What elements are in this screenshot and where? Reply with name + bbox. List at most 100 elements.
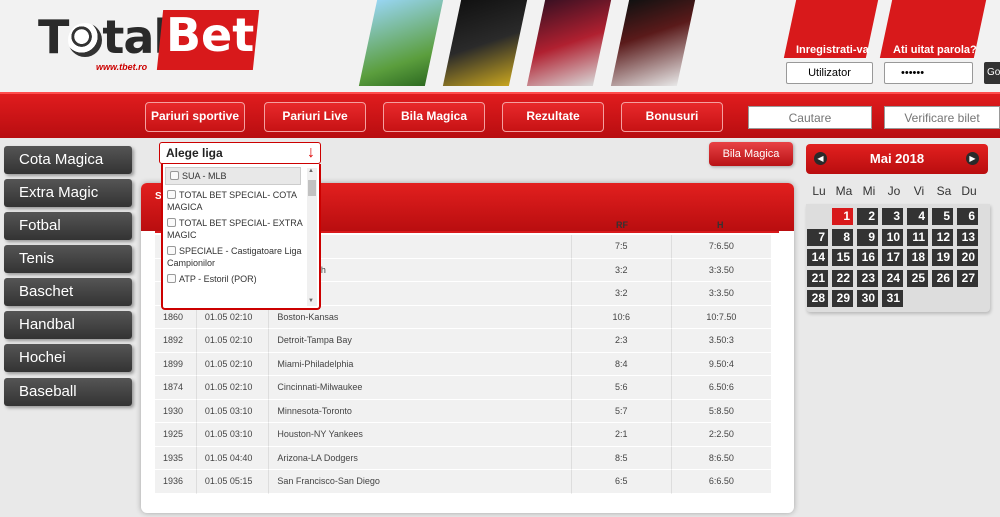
forgot-password-link[interactable]: Ati uitat parola? [893,44,977,56]
calendar-day[interactable]: 20 [957,249,978,266]
calendar-day[interactable]: 24 [882,269,903,287]
calendar-day[interactable]: 18 [907,249,928,266]
odds-h[interactable]: 7:6.50 [670,235,771,259]
calendar-day[interactable]: 22 [832,269,853,287]
odds-h[interactable]: 6:6.50 [670,470,771,494]
game-match: San Francisco-San Diego [268,470,571,494]
sidebar-item-handbal[interactable]: Handbal [4,311,132,339]
league-option[interactable]: ATP - Estoril (POR) [163,271,319,287]
odds-rf[interactable]: 5:7 [570,399,671,423]
calendar-day[interactable]: 23 [857,269,878,287]
totalbet-logo[interactable]: Ttal Bet www.tbet.ro [38,8,260,80]
table-row[interactable]: 1874 01.05 02:10 Cincinnati-Milwaukee 5:6 6.… [155,376,771,400]
nav-bonusuri[interactable]: Bonusuri [621,102,723,132]
calendar-day[interactable]: 21 [807,269,828,287]
register-link[interactable]: Inregistrati-va [796,44,869,56]
calendar-day[interactable]: 3 [882,208,903,225]
odds-rf[interactable]: 2:3 [570,329,671,353]
ticket-check-input[interactable] [884,106,1000,129]
bila-magica-button[interactable]: Bila Magica [709,142,793,166]
league-scrollbar[interactable]: ▲ ▼ [307,168,317,306]
calendar-day[interactable]: 26 [932,269,953,287]
sidebar-item-extra-magic[interactable]: Extra Magic [4,179,132,207]
odds-rf[interactable]: 8:5 [570,446,671,470]
checkbox-icon[interactable] [167,218,176,227]
sidebar-item-cota-magica[interactable]: Cota Magica [4,146,132,174]
table-row[interactable]: 1892 01.05 02:10 Detroit-Tampa Bay 2:3 3.50:… [155,329,771,353]
odds-rf[interactable]: 6:5 [570,470,671,494]
checkbox-icon[interactable] [167,246,176,255]
password-input[interactable] [884,62,973,84]
search-input[interactable] [748,106,872,129]
odds-rf[interactable]: 2:1 [570,423,671,447]
sidebar-item-baschet[interactable]: Baschet [4,278,132,306]
calendar-day[interactable]: 1 [832,208,853,225]
sidebar-item-fotbal[interactable]: Fotbal [4,212,132,240]
scroll-thumb[interactable] [308,180,316,196]
calendar-day[interactable]: 15 [832,249,853,266]
odds-h[interactable]: 5:8.50 [670,399,771,423]
calendar-day[interactable]: 19 [932,249,953,266]
calendar-day[interactable]: 28 [807,290,828,307]
table-row[interactable]: 1925 01.05 03:10 Houston-NY Yankees 2:1 2:2.… [155,423,771,447]
calendar-day[interactable]: 6 [957,208,978,225]
odds-rf[interactable]: 10:6 [570,305,671,329]
nav-pariuri-live[interactable]: Pariuri Live [264,102,366,132]
checkbox-icon[interactable] [167,190,176,199]
sidebar-item-hochei[interactable]: Hochei [4,344,132,372]
calendar-day[interactable]: 14 [807,249,828,266]
odds-h[interactable]: 8:6.50 [670,446,771,470]
nav-bila-magica[interactable]: Bila Magica [383,102,485,132]
league-select[interactable]: Alege liga ↓ [159,142,321,164]
calendar-day[interactable]: 12 [932,228,953,246]
odds-rf[interactable]: 3:2 [570,258,671,282]
scroll-down-icon[interactable]: ▼ [308,298,314,304]
league-option[interactable]: TOTAL BET SPECIAL- EXTRA MAGIC [163,215,319,243]
table-row[interactable]: 1935 01.05 04:40 Arizona-LA Dodgers 8:5 8:6.… [155,446,771,470]
calendar-day[interactable]: 27 [957,269,978,287]
calendar-day[interactable]: 25 [907,269,928,287]
odds-h[interactable]: 10:7.50 [670,305,771,329]
odds-h[interactable]: 9.50:4 [670,352,771,376]
odds-rf[interactable]: 3:2 [570,282,671,306]
odds-h[interactable]: 3:3.50 [670,258,771,282]
calendar-day[interactable]: 31 [882,290,903,307]
league-option[interactable]: SUA - MLB [165,167,301,185]
calendar-day[interactable]: 4 [907,208,928,225]
calendar-day[interactable]: 17 [882,249,903,266]
odds-h[interactable]: 3.50:3 [670,329,771,353]
checkbox-icon[interactable] [167,274,176,283]
nav-pariuri-sportive[interactable]: Pariuri sportive [145,102,245,132]
calendar-day[interactable]: 30 [857,290,878,307]
next-month-icon[interactable]: ▶ [966,152,979,165]
odds-h[interactable]: 3:3.50 [670,282,771,306]
sidebar-item-tenis[interactable]: Tenis [4,245,132,273]
sidebar-item-baseball[interactable]: Baseball [4,378,132,406]
username-input[interactable] [786,62,873,84]
calendar-day[interactable]: 7 [807,228,828,246]
checkbox-icon[interactable] [170,171,179,180]
calendar-day[interactable]: 13 [957,228,978,246]
prev-month-icon[interactable]: ◀ [814,152,827,165]
login-button[interactable]: Go [984,62,1000,84]
calendar-day[interactable]: 5 [932,208,953,225]
table-row[interactable]: 1899 01.05 02:10 Miami-Philadelphia 8:4 9.50… [155,352,771,376]
odds-h[interactable]: 2:2.50 [670,423,771,447]
table-row[interactable]: 1930 01.05 03:10 Minnesota-Toronto 5:7 5:8.5… [155,399,771,423]
scroll-up-icon[interactable]: ▲ [308,168,314,174]
odds-rf[interactable]: 5:6 [570,376,671,400]
odds-rf[interactable]: 7:5 [570,235,671,259]
calendar-day[interactable]: 8 [832,228,853,246]
odds-rf[interactable]: 8:4 [570,352,671,376]
calendar-day[interactable]: 10 [882,228,903,246]
calendar-day[interactable]: 2 [857,208,878,225]
league-option[interactable]: TOTAL BET SPECIAL- COTA MAGICA [163,187,319,215]
league-option[interactable]: SPECIALE - Castigatoare Liga Campionilor [163,243,319,271]
calendar-day[interactable]: 9 [857,228,878,246]
nav-rezultate[interactable]: Rezultate [502,102,604,132]
table-row[interactable]: 1936 01.05 05:15 San Francisco-San Diego 6:… [155,470,771,494]
calendar-day[interactable]: 29 [832,290,853,307]
odds-h[interactable]: 6.50:6 [670,376,771,400]
calendar-day[interactable]: 11 [907,228,928,246]
calendar-day[interactable]: 16 [857,249,878,266]
